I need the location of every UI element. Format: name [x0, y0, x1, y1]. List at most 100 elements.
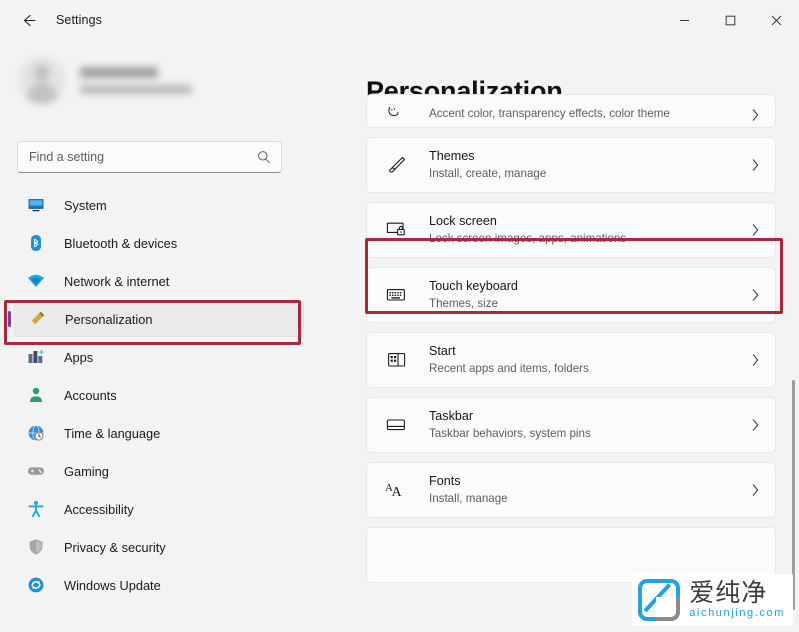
settings-row-subtitle: Themes, size	[429, 297, 498, 310]
profile-name-redacted	[80, 66, 158, 78]
monitor-icon	[26, 195, 46, 215]
sidebar-item-label: Apps	[64, 349, 94, 365]
accessibility-icon	[26, 499, 46, 519]
back-button[interactable]	[10, 4, 46, 36]
settings-row-text: Themes Install, create, manage	[429, 148, 750, 182]
content-pane: Personalization Accent color, transparen…	[318, 40, 799, 632]
settings-row-colors[interactable]: Accent color, transparency effects, colo…	[366, 94, 776, 128]
paintbrush-icon	[27, 309, 47, 329]
watermark-logo-icon	[638, 579, 681, 621]
color-palette-icon	[383, 106, 411, 122]
chevron-right-icon	[750, 418, 761, 432]
settings-row-text: Start Recent apps and items, folders	[429, 343, 750, 377]
settings-row-subtitle: Install, create, manage	[429, 167, 547, 180]
sidebar-nav: System Bluetooth & devices Network & int…	[0, 185, 318, 605]
settings-row-title: Lock screen	[429, 214, 497, 228]
search-box[interactable]: Find a setting	[17, 141, 282, 173]
svg-text:A: A	[392, 485, 403, 500]
update-icon	[26, 575, 46, 595]
apps-icon	[26, 347, 46, 367]
arrow-left-icon	[23, 14, 36, 26]
sidebar-item-windows-update[interactable]: Windows Update	[14, 567, 304, 603]
maximize-button[interactable]	[707, 0, 753, 40]
sidebar-item-label: Privacy & security	[64, 539, 166, 555]
settings-row-taskbar[interactable]: Taskbar Taskbar behaviors, system pins	[366, 397, 776, 453]
chevron-right-icon	[750, 223, 761, 237]
chevron-right-icon	[750, 158, 761, 172]
sidebar-item-label: Time & language	[64, 425, 161, 441]
sidebar-item-label: Gaming	[64, 463, 109, 479]
title-bar: Settings	[0, 0, 799, 40]
sidebar-item-accounts[interactable]: Accounts	[14, 377, 304, 413]
sidebar-item-network-internet[interactable]: Network & internet	[14, 263, 304, 299]
close-button[interactable]	[753, 0, 799, 40]
settings-row-text: Taskbar Taskbar behaviors, system pins	[429, 408, 750, 442]
settings-row-touch-keyboard[interactable]: Touch keyboard Themes, size	[366, 267, 776, 323]
settings-row-lock-screen[interactable]: Lock screen Lock screen images, apps, an…	[366, 202, 776, 258]
settings-window: Settings Find a setting System Bluetooth…	[0, 0, 799, 632]
settings-row-subtitle: Accent color, transparency effects, colo…	[429, 107, 670, 120]
close-icon	[771, 15, 781, 25]
sidebar-item-privacy-security[interactable]: Privacy & security	[14, 529, 304, 565]
gamepad-icon	[26, 461, 46, 481]
settings-row-text: Lock screen Lock screen images, apps, an…	[429, 213, 750, 247]
wifi-icon	[26, 271, 46, 291]
search-input[interactable]: Find a setting	[29, 150, 257, 164]
settings-list: Accent color, transparency effects, colo…	[366, 94, 776, 592]
sidebar-item-label: Bluetooth & devices	[64, 235, 178, 251]
profile-text	[80, 66, 192, 94]
settings-row-title: Start	[429, 344, 456, 358]
settings-row-fonts[interactable]: A A Fonts Install, manage	[366, 462, 776, 518]
shield-icon	[26, 537, 46, 557]
settings-row-subtitle: Recent apps and items, folders	[429, 362, 589, 375]
settings-row-title: Themes	[429, 149, 475, 163]
settings-row-text: Accent color, transparency effects, colo…	[429, 105, 750, 122]
maximize-icon	[725, 15, 735, 25]
settings-row-title: Taskbar	[429, 409, 474, 423]
minimize-button[interactable]	[661, 0, 707, 40]
sidebar-item-bluetooth-devices[interactable]: Bluetooth & devices	[14, 225, 304, 261]
sidebar-item-gaming[interactable]: Gaming	[14, 453, 304, 489]
sidebar-item-accessibility[interactable]: Accessibility	[14, 491, 304, 527]
window-controls	[661, 0, 799, 40]
clock-globe-icon	[26, 423, 46, 443]
sidebar-item-personalization[interactable]: Personalization	[14, 301, 304, 337]
start-layout-icon	[383, 351, 411, 369]
sidebar-item-label: Accessibility	[64, 501, 134, 517]
lock-screen-icon	[383, 221, 411, 239]
profile-email-redacted	[80, 84, 192, 94]
watermark-en: aichunjing.com	[689, 607, 785, 619]
sidebar-item-apps[interactable]: Apps	[14, 339, 304, 375]
settings-row-text: Fonts Install, manage	[429, 473, 750, 507]
sidebar-item-time-language[interactable]: Time & language	[14, 415, 304, 451]
sidebar-item-system[interactable]: System	[14, 187, 304, 223]
settings-row-start[interactable]: Start Recent apps and items, folders	[366, 332, 776, 388]
bluetooth-icon	[26, 233, 46, 253]
avatar-body	[27, 83, 57, 104]
chevron-right-icon	[750, 353, 761, 367]
sidebar-item-label: Windows Update	[64, 577, 161, 593]
minimize-icon	[679, 19, 689, 21]
sidebar-item-label: System	[64, 197, 107, 213]
chevron-right-icon	[750, 483, 761, 497]
user-profile[interactable]	[18, 56, 318, 104]
chevron-right-icon	[750, 288, 761, 302]
settings-row-title: Fonts	[429, 474, 461, 488]
watermark: 爱纯净 aichunjing.com	[632, 574, 793, 626]
settings-row-subtitle: Lock screen images, apps, animations	[429, 232, 627, 245]
avatar-head	[34, 65, 50, 81]
settings-row-subtitle: Install, manage	[429, 492, 508, 505]
settings-row-title: Touch keyboard	[429, 279, 518, 293]
sidebar-item-label: Personalization	[65, 311, 153, 327]
window-title: Settings	[56, 13, 102, 27]
paintbrush-icon	[383, 154, 411, 176]
search-icon	[257, 150, 271, 164]
chevron-right-icon	[750, 108, 761, 122]
sidebar: Find a setting System Bluetooth & device…	[0, 40, 318, 632]
avatar	[18, 56, 66, 104]
keyboard-icon	[383, 287, 411, 303]
settings-row-text: Touch keyboard Themes, size	[429, 278, 750, 312]
person-icon	[26, 385, 46, 405]
sidebar-item-label: Network & internet	[64, 273, 170, 289]
settings-row-themes[interactable]: Themes Install, create, manage	[366, 137, 776, 193]
